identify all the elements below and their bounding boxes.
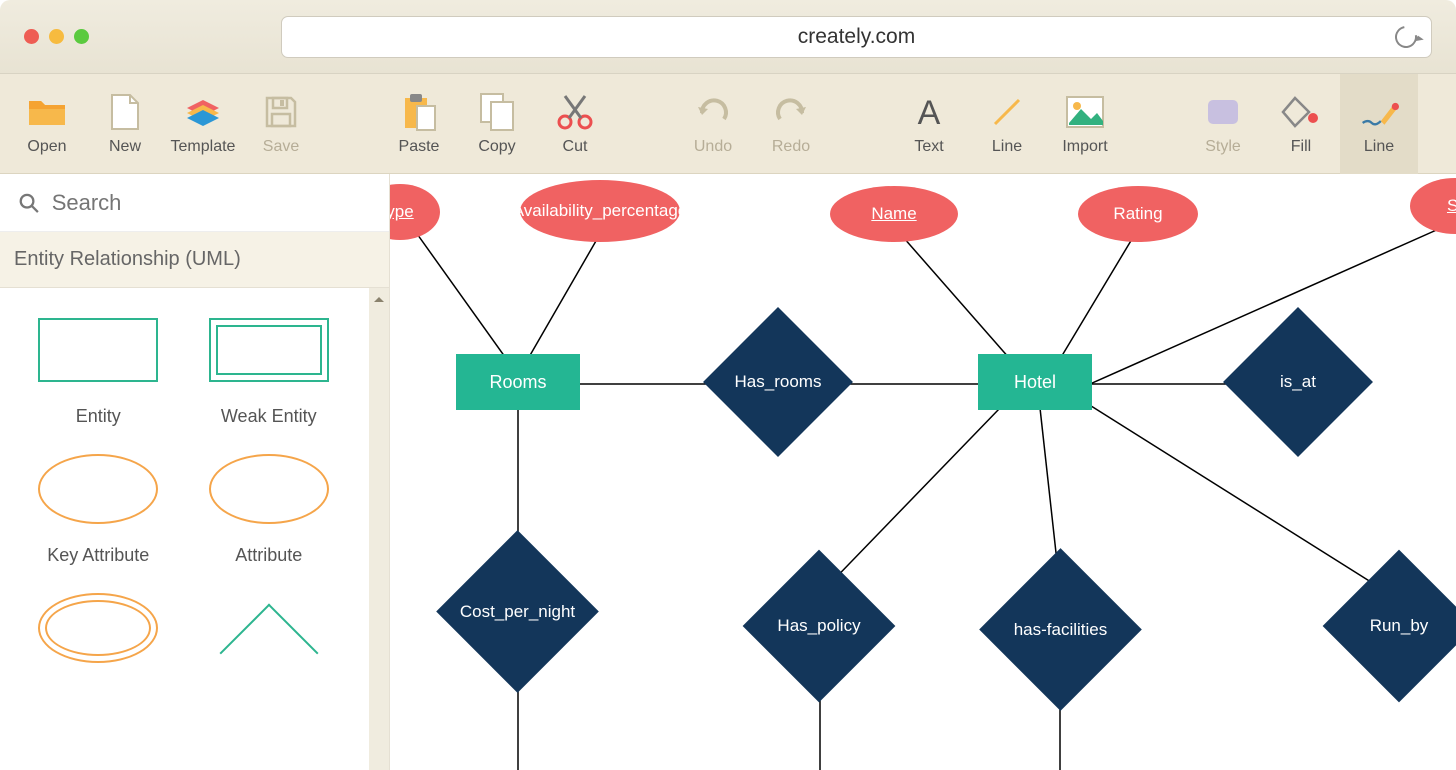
text-button[interactable]: A Text	[890, 74, 968, 174]
paste-icon	[399, 92, 439, 132]
line-tool-button[interactable]: Line	[968, 74, 1046, 174]
line-style-button[interactable]: Line	[1340, 74, 1418, 174]
search-icon	[18, 191, 40, 215]
open-button[interactable]: Open	[8, 74, 86, 174]
fill-button[interactable]: Fill	[1262, 74, 1340, 174]
entity-rooms[interactable]: Rooms	[456, 354, 580, 410]
undo-icon	[693, 92, 733, 132]
copy-icon	[477, 92, 517, 132]
sidebar: Entity Relationship (UML) Entity Weak En…	[0, 174, 390, 770]
save-icon	[261, 92, 301, 132]
template-icon	[183, 92, 223, 132]
style-button[interactable]: Style	[1184, 74, 1262, 174]
url-text: creately.com	[798, 25, 915, 49]
relationship-cost-per-night[interactable]: Cost_per_night	[460, 554, 575, 669]
shape-relationship[interactable]	[189, 592, 350, 664]
template-button[interactable]: Template	[164, 74, 242, 174]
maximize-window-button[interactable]	[74, 29, 89, 44]
redo-button[interactable]: Redo	[752, 74, 830, 174]
shape-section-header[interactable]: Entity Relationship (UML)	[0, 232, 389, 288]
save-button[interactable]: Save	[242, 74, 320, 174]
pencil-line-icon	[1359, 92, 1399, 132]
undo-button[interactable]: Undo	[674, 74, 752, 174]
shape-scrollbar[interactable]	[369, 288, 389, 770]
redo-icon	[771, 92, 811, 132]
search-row	[0, 174, 389, 232]
copy-button[interactable]: Copy	[458, 74, 536, 174]
relationship-has-rooms[interactable]: Has_rooms	[725, 329, 831, 435]
import-icon	[1065, 92, 1105, 132]
fill-icon	[1281, 92, 1321, 132]
relationship-has-facilities[interactable]: has-facilities	[1003, 572, 1118, 687]
attribute-rating[interactable]: Rating	[1078, 186, 1198, 242]
relationship-run-by[interactable]: Run_by	[1345, 572, 1453, 680]
line-icon	[987, 92, 1027, 132]
shape-derived-attribute[interactable]	[18, 592, 179, 664]
browser-chrome: creately.com	[0, 0, 1456, 74]
shape-entity[interactable]: Entity	[18, 314, 179, 427]
shape-attribute[interactable]: Attribute	[189, 453, 350, 566]
style-icon	[1203, 92, 1243, 132]
new-file-icon	[105, 92, 145, 132]
attribute-name[interactable]: Name	[830, 186, 958, 242]
minimize-window-button[interactable]	[49, 29, 64, 44]
url-bar[interactable]: creately.com	[281, 16, 1432, 58]
shape-key-attribute[interactable]: Key Attribute	[18, 453, 179, 566]
folder-icon	[27, 92, 67, 132]
search-input[interactable]	[52, 190, 371, 216]
refresh-icon[interactable]	[1391, 21, 1422, 52]
paste-button[interactable]: Paste	[380, 74, 458, 174]
connector-lines	[390, 174, 1456, 770]
window-controls	[24, 29, 89, 44]
import-button[interactable]: Import	[1046, 74, 1124, 174]
cut-button[interactable]: Cut	[536, 74, 614, 174]
new-button[interactable]: New	[86, 74, 164, 174]
shape-palette: Entity Weak Entity Key Attribute Attribu…	[0, 288, 389, 664]
toolbar: Open New Template Save Paste Copy C	[0, 74, 1456, 174]
text-icon: A	[909, 92, 949, 132]
relationship-has-policy[interactable]: Has_policy	[765, 572, 873, 680]
shape-weak-entity[interactable]: Weak Entity	[189, 314, 350, 427]
relationship-is-at[interactable]: is_at	[1245, 329, 1351, 435]
diagram-canvas[interactable]: ype Availability_percentage Name Rating …	[390, 174, 1456, 770]
cut-icon	[555, 92, 595, 132]
svg-text:A: A	[918, 94, 941, 130]
attribute-availability[interactable]: Availability_percentage	[520, 180, 680, 242]
entity-hotel[interactable]: Hotel	[978, 354, 1092, 410]
close-window-button[interactable]	[24, 29, 39, 44]
